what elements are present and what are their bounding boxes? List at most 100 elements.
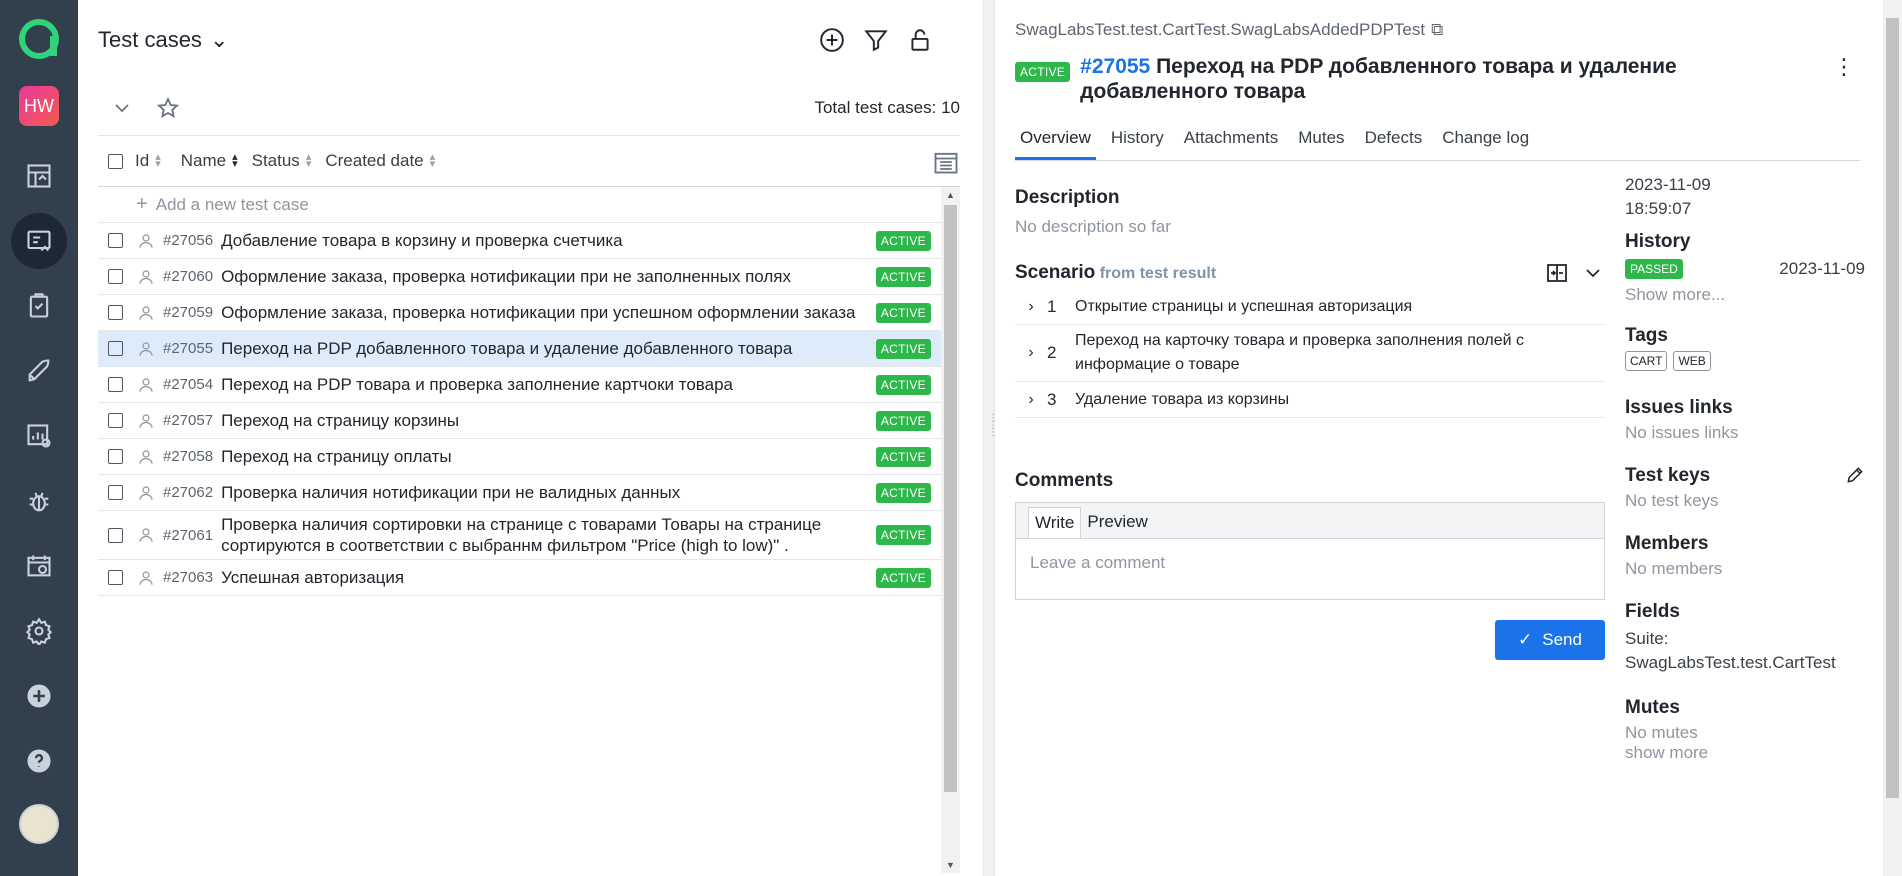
plus-icon: + bbox=[136, 193, 148, 215]
scenario-step[interactable]: › 1 Открытие страницы и успешная авторизац… bbox=[1015, 289, 1605, 325]
passed-badge[interactable]: PASSED bbox=[1625, 259, 1683, 279]
row-checkbox[interactable] bbox=[108, 527, 123, 543]
write-tab[interactable]: Write bbox=[1028, 507, 1082, 538]
row-checkbox[interactable] bbox=[108, 341, 123, 356]
row-checkbox[interactable] bbox=[108, 305, 123, 320]
unlock-icon[interactable] bbox=[907, 27, 933, 53]
row-id: #27061 bbox=[163, 526, 214, 544]
tab-attachments[interactable]: Attachments bbox=[1179, 122, 1284, 160]
add-icon[interactable] bbox=[11, 668, 67, 724]
test-case-row[interactable]: #27063 Успешная авторизация ACTIVE bbox=[98, 560, 941, 596]
list-scrollbar[interactable]: ▲ ▼ bbox=[941, 187, 960, 873]
select-all-checkbox[interactable] bbox=[108, 153, 123, 169]
row-name: Добавление товара в корзину и проверка с… bbox=[221, 231, 623, 250]
filter-icon[interactable] bbox=[863, 27, 889, 53]
tags-title: Tags bbox=[1625, 325, 1668, 346]
chevron-right-icon[interactable]: › bbox=[1015, 298, 1047, 316]
user-avatar[interactable] bbox=[19, 804, 59, 844]
test-case-title: #27055 Переход на PDP добавленного товар… bbox=[1080, 55, 1677, 103]
row-name: Проверка наличия нотификации при не вали… bbox=[221, 483, 681, 502]
workspace-avatar[interactable]: HW bbox=[19, 86, 59, 126]
test-case-row[interactable]: #27056 Добавление товара в корзину и пров… bbox=[98, 223, 941, 259]
test-plans-icon[interactable] bbox=[11, 278, 67, 334]
created-time: 18:59:07 bbox=[1625, 199, 1692, 218]
scenario-title: Scenario bbox=[1015, 262, 1096, 283]
allure-logo-icon[interactable] bbox=[18, 18, 60, 60]
detail-scrollbar[interactable] bbox=[1883, 0, 1902, 876]
row-checkbox[interactable] bbox=[108, 377, 123, 392]
sort-icon: ▴ ▾ bbox=[305, 151, 312, 170]
launches-icon[interactable] bbox=[11, 343, 67, 399]
scenario-step[interactable]: › 2 Переход на карточку товара и проверка … bbox=[1015, 325, 1605, 382]
test-case-row[interactable]: #27061 Проверка наличия сортировки на стр… bbox=[98, 511, 941, 560]
status-badge: ACTIVE bbox=[875, 302, 931, 323]
test-cases-icon[interactable] bbox=[11, 213, 67, 269]
preview-tab[interactable]: Preview bbox=[1081, 507, 1153, 538]
chevron-right-icon[interactable]: › bbox=[1015, 344, 1047, 362]
tab-change-log[interactable]: Change log bbox=[1437, 122, 1534, 160]
row-id: #27060 bbox=[163, 268, 214, 285]
help-icon[interactable] bbox=[11, 733, 67, 789]
test-cases-title[interactable]: Test cases ⌄ bbox=[98, 27, 228, 53]
history-date: 2023-11-09 bbox=[1779, 259, 1865, 278]
suite-value: SwagLabsTest.test.CartTest bbox=[1625, 653, 1836, 672]
test-case-row[interactable]: #27062 Проверка наличия нотификации при н… bbox=[98, 475, 941, 511]
settings-icon[interactable] bbox=[11, 603, 67, 659]
column-created[interactable]: Created date ▴ ▾ bbox=[325, 151, 435, 171]
tab-mutes[interactable]: Mutes bbox=[1293, 122, 1349, 160]
column-status[interactable]: Status ▴ ▾ bbox=[252, 151, 312, 171]
column-id[interactable]: Id ▴ ▾ bbox=[135, 151, 161, 171]
add-circle-icon[interactable] bbox=[819, 27, 845, 53]
tab-overview[interactable]: Overview bbox=[1015, 122, 1096, 160]
chevron-right-icon[interactable]: › bbox=[1015, 391, 1047, 409]
status-badge: ACTIVE bbox=[875, 482, 931, 503]
jobs-icon[interactable] bbox=[11, 538, 67, 594]
analytics-icon[interactable] bbox=[11, 408, 67, 464]
dashboard-icon[interactable] bbox=[11, 148, 67, 204]
tag-chip[interactable]: CART bbox=[1625, 351, 1668, 371]
defects-icon[interactable] bbox=[11, 473, 67, 529]
status-badge: ACTIVE bbox=[875, 525, 931, 545]
chevron-down-icon[interactable]: ⌄ bbox=[210, 27, 228, 53]
comment-input[interactable]: Leave a comment bbox=[1016, 539, 1604, 599]
issues-text: No issues links bbox=[1625, 423, 1739, 442]
manual-person-icon bbox=[137, 268, 155, 286]
star-icon[interactable] bbox=[156, 96, 180, 120]
collapse-chevron-icon[interactable] bbox=[110, 96, 134, 120]
status-badge: ACTIVE bbox=[875, 338, 931, 359]
test-case-row[interactable]: #27054 Переход на PDP товара и проверка з… bbox=[98, 367, 941, 403]
members-text: No members bbox=[1625, 559, 1723, 578]
row-checkbox[interactable] bbox=[108, 485, 123, 500]
test-case-row[interactable]: #27059 Оформление заказа, проверка нотифи… bbox=[98, 295, 941, 331]
table-header: Id ▴ ▾ Name ▴ ▾ Status ▴ ▾ Created date ▴ ▾ bbox=[98, 135, 960, 187]
table-settings-icon[interactable] bbox=[932, 148, 960, 181]
row-checkbox[interactable] bbox=[108, 233, 123, 248]
row-checkbox[interactable] bbox=[108, 269, 123, 284]
tag-chip[interactable]: WEB bbox=[1673, 351, 1711, 371]
edit-icon[interactable] bbox=[1845, 465, 1865, 491]
row-id: #27055 bbox=[163, 340, 214, 357]
scenario-step[interactable]: › 3 Удаление товара из корзины bbox=[1015, 382, 1605, 418]
show-more-mutes-link[interactable]: show more bbox=[1625, 743, 1865, 763]
comments-title: Comments bbox=[1015, 470, 1114, 491]
more-vert-icon[interactable]: ⋮ bbox=[1833, 54, 1855, 80]
pane-splitter[interactable]: ⋮ ⋮ ⋮ bbox=[983, 0, 998, 876]
column-name[interactable]: Name ▴ ▾ bbox=[181, 151, 238, 171]
send-button[interactable]: ✓ Send bbox=[1495, 620, 1605, 660]
step-text: Открытие страницы и успешная авторизация bbox=[1075, 297, 1413, 315]
test-cases-pane: Test cases ⌄ Total test cases: 10 Id ▴ ▾ N… bbox=[78, 0, 983, 876]
compare-icon[interactable] bbox=[1545, 261, 1569, 285]
add-test-case-row[interactable]: + Add a new test case bbox=[98, 187, 941, 223]
chevron-down-icon[interactable] bbox=[1581, 261, 1605, 285]
test-case-row[interactable]: #27060 Оформление заказа, проверка нотифи… bbox=[98, 259, 941, 295]
row-checkbox[interactable] bbox=[108, 413, 123, 428]
test-case-row[interactable]: #27055 Переход на PDP добавленного товара… bbox=[98, 331, 941, 367]
tab-history[interactable]: History bbox=[1106, 122, 1169, 160]
test-case-row[interactable]: #27057 Переход на страницу корзины ACTIVE bbox=[98, 403, 941, 439]
row-checkbox[interactable] bbox=[108, 449, 123, 464]
row-checkbox[interactable] bbox=[108, 570, 123, 585]
show-more-link[interactable]: Show more... bbox=[1625, 285, 1865, 305]
copy-icon[interactable]: ⧉ bbox=[1431, 20, 1443, 40]
tab-defects[interactable]: Defects bbox=[1360, 122, 1428, 160]
test-case-row[interactable]: #27058 Переход на страницу оплаты ACTIVE bbox=[98, 439, 941, 475]
